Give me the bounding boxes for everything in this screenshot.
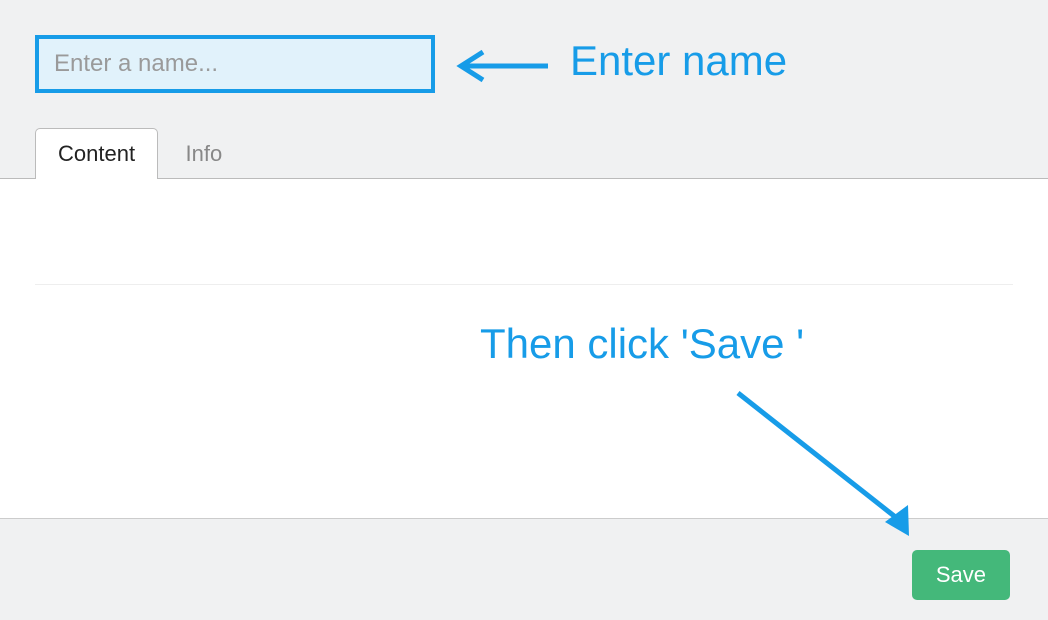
annotation-enter-name: Enter name [570, 37, 787, 85]
arrow-down-right-icon [728, 385, 938, 550]
tab-content[interactable]: Content [35, 128, 158, 179]
tab-info[interactable]: Info [163, 128, 246, 179]
content-divider [35, 284, 1013, 285]
arrow-left-icon [453, 48, 553, 88]
save-button[interactable]: Save [912, 550, 1010, 600]
name-input[interactable] [35, 35, 435, 93]
annotation-then-click-save: Then click 'Save ' [480, 320, 804, 368]
tabs: Content Info [0, 128, 1048, 179]
